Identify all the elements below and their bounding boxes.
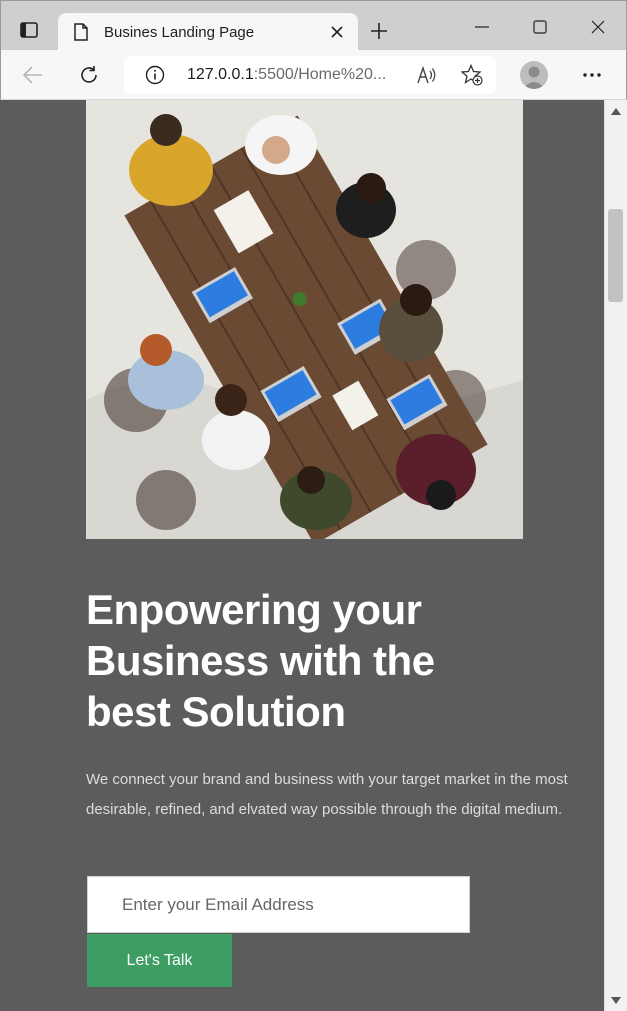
hero-image-team-meeting — [86, 100, 523, 539]
hero-description: We connect your brand and business with … — [86, 771, 568, 818]
address-bar[interactable]: 127.0.0.1:5500/Home%20... — [124, 56, 496, 94]
new-tab-plus-icon[interactable] — [367, 19, 391, 43]
info-icon[interactable] — [144, 64, 166, 86]
avatar-icon[interactable] — [520, 61, 548, 89]
email-input[interactable] — [87, 876, 470, 933]
read-aloud-icon[interactable] — [416, 64, 438, 86]
tab-close-icon[interactable] — [326, 21, 348, 43]
url-host: 127.0.0.1 — [187, 66, 254, 83]
window-close-icon[interactable] — [583, 13, 613, 41]
document-icon — [72, 22, 90, 42]
browser-toolbar: 127.0.0.1:5500/Home%20... — [0, 50, 627, 100]
maximize-icon[interactable] — [525, 13, 555, 41]
page-viewport: Enpowering your Business with the best S… — [1, 100, 604, 1011]
scroll-up-arrow-icon[interactable] — [611, 107, 621, 115]
vertical-scrollbar[interactable] — [604, 100, 627, 1011]
lets-talk-button[interactable]: Let's Talk — [87, 934, 232, 987]
browser-tab[interactable]: Busines Landing Page — [58, 13, 358, 51]
minimize-icon[interactable] — [467, 13, 497, 41]
more-dots-icon[interactable] — [579, 63, 605, 87]
hero-heading: Enpowering your Business with the best S… — [86, 586, 435, 735]
back-arrow-icon[interactable] — [19, 61, 47, 89]
scroll-down-arrow-icon[interactable] — [611, 996, 621, 1004]
browser-tab-bar: Busines Landing Page — [0, 0, 627, 51]
reload-icon[interactable] — [75, 61, 103, 89]
url-text[interactable]: 127.0.0.1:5500/Home%20... — [187, 66, 399, 84]
star-plus-icon[interactable] — [460, 63, 484, 87]
tab-title: Busines Landing Page — [104, 23, 255, 41]
tab-actions-icon[interactable] — [9, 12, 49, 48]
url-path: :5500/Home%20... — [253, 66, 387, 83]
scrollbar-thumb[interactable] — [608, 209, 623, 302]
